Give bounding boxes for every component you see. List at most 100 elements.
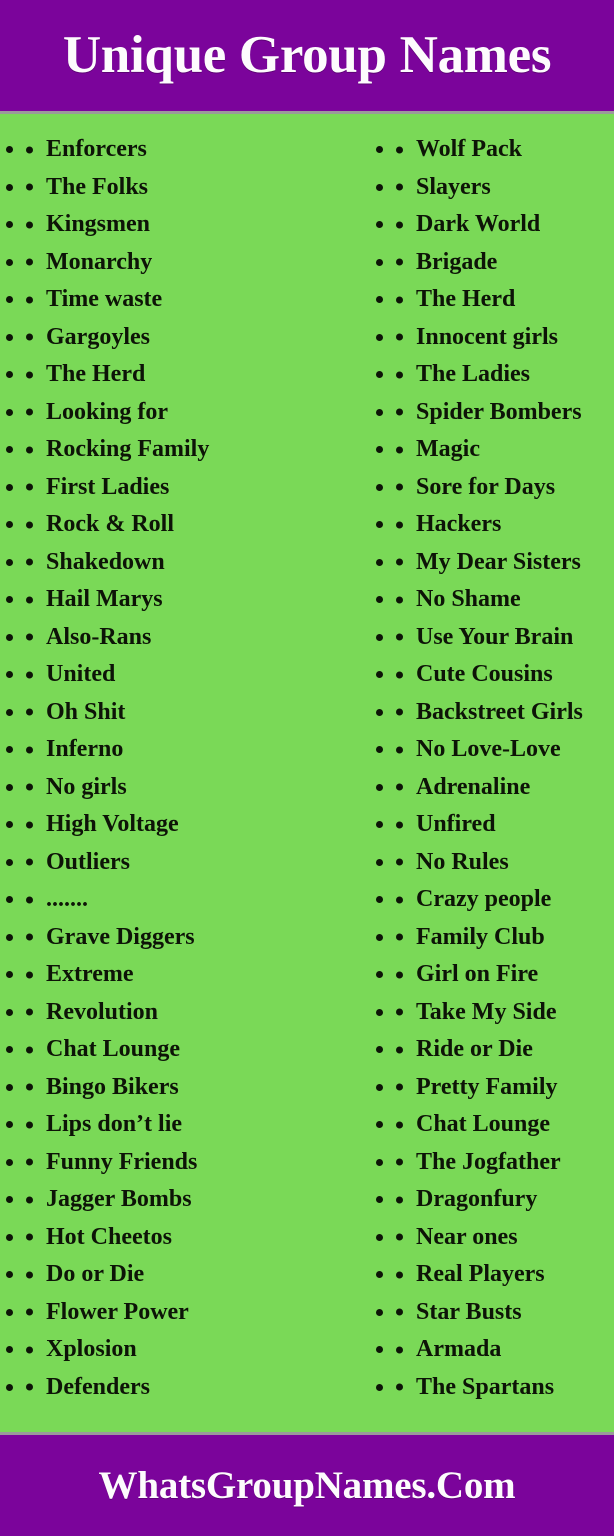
group-name-label: Dark World (416, 211, 541, 237)
site-watermark: WhatsGroupNames.Com (98, 1464, 516, 1507)
list-item: Near ones (396, 1219, 614, 1257)
list-item: Lips don’t lie (26, 1106, 355, 1144)
list-item: Innocent girls (396, 319, 614, 357)
list-item: The Spartans (396, 1369, 614, 1407)
list-item: Rock & Roll (26, 506, 355, 544)
list-item: Adrenaline (396, 769, 614, 807)
list-item: The Folks (26, 169, 355, 207)
list-item: Dark World (396, 206, 614, 244)
list-item: Gargoyles (26, 319, 355, 357)
group-name-label: Jagger Bombs (46, 1186, 192, 1212)
group-name-label: Pretty Family (416, 1073, 558, 1100)
list-item: Chat Lounge (396, 1106, 614, 1144)
group-name-label: Family Club (416, 923, 545, 950)
poster-header: Unique Group Names (0, 0, 614, 114)
list-item: Backstreet Girls (396, 694, 614, 732)
list-item: The Herd (26, 356, 355, 394)
list-item: Outliers (26, 844, 355, 882)
names-content: Enforcers The Folks Kingsmen Monarchy Time w… (0, 114, 614, 1432)
list-item: Slayers (396, 169, 614, 207)
group-name-label: The Ladies (416, 361, 531, 387)
group-name-label: Enforcers (46, 136, 147, 162)
group-name-label: Crazy people (416, 886, 552, 912)
group-name-label: Grave Diggers (46, 923, 195, 950)
group-name-label: Flower Power (46, 1298, 189, 1325)
list-item: Xplosion (26, 1331, 355, 1369)
group-name-label: Unfired (416, 811, 496, 837)
group-name-label: Innocent girls (416, 323, 559, 350)
list-item: Star Busts (396, 1294, 614, 1332)
group-name-label: Bingo Bikers (46, 1073, 179, 1100)
group-name-label: Armada (416, 1336, 502, 1362)
list-item: Funny Friends (26, 1144, 355, 1182)
list-item: Real Players (396, 1256, 614, 1294)
list-item: No Love-Love (396, 731, 614, 769)
group-name-label: Chat Lounge (416, 1111, 551, 1137)
group-name-label: Spider Bombers (416, 398, 582, 425)
group-name-label: Dragonfury (416, 1186, 538, 1212)
list-item: Ride or Die (396, 1031, 614, 1069)
group-name-label: The Jogfather (416, 1148, 561, 1175)
list-item: Sore for Days (396, 469, 614, 507)
list-item: Flower Power (26, 1294, 355, 1332)
group-name-label: Slayers (416, 173, 491, 200)
list-item: Rocking Family (26, 431, 355, 469)
group-name-label: No Rules (416, 848, 509, 875)
group-name-label: Hail Marys (46, 586, 163, 612)
group-name-label: Shakedown (46, 548, 165, 575)
group-name-label: First Ladies (46, 473, 170, 500)
list-item: High Voltage (26, 806, 355, 844)
group-name-label: Lips don’t lie (46, 1111, 183, 1137)
list-item: Jagger Bombs (26, 1181, 355, 1219)
group-names-poster: Unique Group Names Enforcers The Folks Kin… (0, 0, 614, 1536)
list-item: Hackers (396, 506, 614, 544)
group-name-label: Near ones (416, 1223, 518, 1250)
list-item: Wolf Pack (396, 131, 614, 169)
group-name-label: ....... (46, 886, 88, 912)
group-name-label: Real Players (416, 1261, 545, 1287)
list-item: Use Your Brain (396, 619, 614, 657)
list-item: The Jogfather (396, 1144, 614, 1182)
group-name-label: No girls (46, 773, 127, 800)
list-item: Bingo Bikers (26, 1069, 355, 1107)
group-name-label: The Herd (416, 286, 516, 312)
group-name-label: Sore for Days (416, 473, 556, 500)
list-item: Also-Rans (26, 619, 355, 657)
list-item: The Herd (396, 281, 614, 319)
group-name-label: Kingsmen (46, 211, 151, 237)
list-item: Chat Lounge (26, 1031, 355, 1069)
group-name-label: Rocking Family (46, 436, 210, 462)
list-item: Dragonfury (396, 1181, 614, 1219)
list-item: Armada (396, 1331, 614, 1369)
group-name-label: Backstreet Girls (416, 698, 583, 725)
group-name-label: Take My Side (416, 998, 557, 1025)
group-name-label: The Spartans (416, 1373, 555, 1400)
list-item: Cute Cousins (396, 656, 614, 694)
group-name-label: Looking for (46, 398, 169, 425)
group-name-label: The Herd (46, 361, 146, 387)
names-list-left: Enforcers The Folks Kingsmen Monarchy Time w… (0, 131, 355, 1432)
group-name-label: My Dear Sisters (416, 548, 581, 575)
list-item: First Ladies (26, 469, 355, 507)
list-item: Magic (396, 431, 614, 469)
list-item: Grave Diggers (26, 919, 355, 957)
group-name-label: Xplosion (46, 1336, 137, 1362)
group-name-label: Oh Shit (46, 698, 126, 725)
group-name-label: High Voltage (46, 811, 179, 837)
page-title: Unique Group Names (62, 26, 552, 84)
group-name-label: Extreme (46, 961, 134, 987)
list-item: Defenders (26, 1369, 355, 1407)
group-name-label: Wolf Pack (416, 136, 522, 162)
group-name-label: Use Your Brain (416, 623, 574, 650)
group-name-label: Gargoyles (46, 323, 150, 350)
list-item: Oh Shit (26, 694, 355, 732)
group-name-label: United (46, 661, 116, 687)
poster-footer: WhatsGroupNames.Com (0, 1432, 614, 1536)
list-item: United (26, 656, 355, 694)
list-item: Inferno (26, 731, 355, 769)
group-name-label: Cute Cousins (416, 661, 553, 687)
list-item: Brigade (396, 244, 614, 282)
list-item: Crazy people (396, 881, 614, 919)
group-name-label: Outliers (46, 848, 130, 875)
list-item: Girl on Fire (396, 956, 614, 994)
